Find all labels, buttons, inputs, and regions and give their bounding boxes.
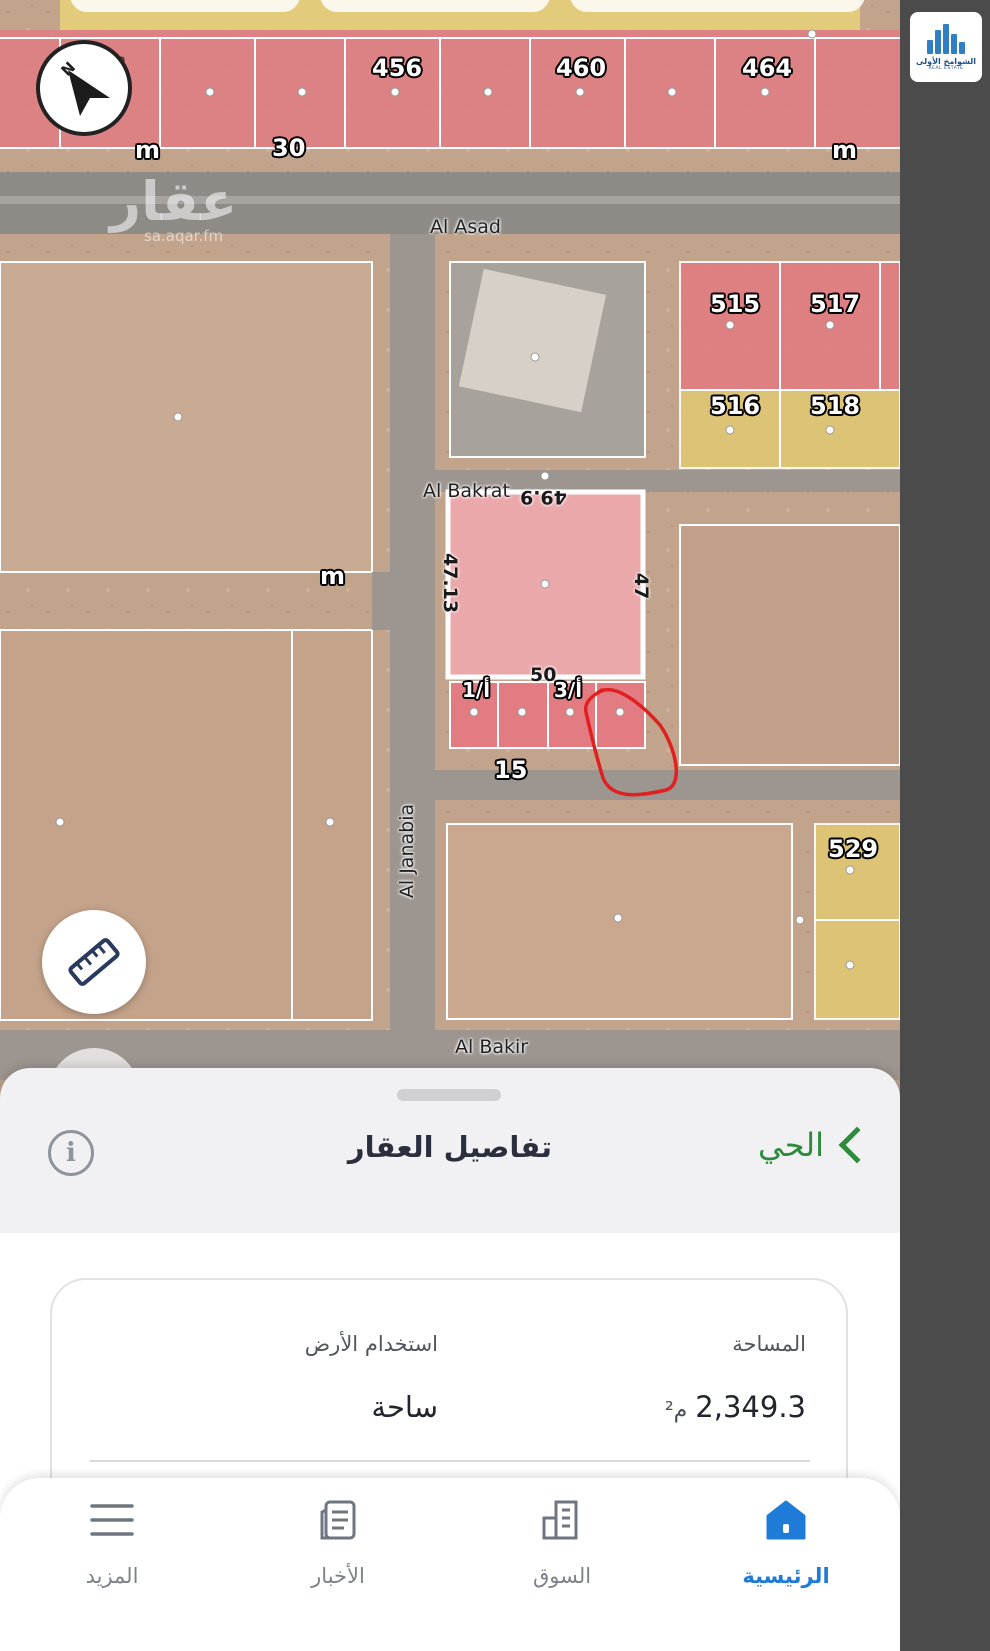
watermark-logo: عقار bbox=[110, 170, 238, 233]
street-width-label: 30 bbox=[272, 134, 306, 162]
area-number: 2,349.3 bbox=[695, 1390, 806, 1424]
side-strip bbox=[900, 0, 990, 1651]
street-name: Al Bakrat bbox=[423, 480, 510, 502]
land-use-label: استخدام الأرض bbox=[304, 1332, 438, 1356]
plot-label: 456 bbox=[372, 54, 423, 82]
bottom-nav: الرئيسية السوق الأخبار المزيد bbox=[0, 1478, 900, 1651]
chevron-right-icon bbox=[838, 1126, 876, 1164]
nav-news[interactable]: الأخبار bbox=[258, 1490, 418, 1588]
dimension-label: 50 bbox=[530, 664, 557, 686]
filter-chip[interactable] bbox=[320, 0, 550, 12]
home-icon bbox=[766, 1500, 806, 1540]
map-view[interactable]: عقار sa.aqar.fm 45 456 460 464 515 517 5… bbox=[0, 0, 900, 1080]
filter-chip[interactable] bbox=[570, 0, 865, 12]
street-width-label: 15 bbox=[494, 756, 528, 784]
area-unit: م² bbox=[664, 1398, 688, 1423]
compass-arrow-icon bbox=[68, 70, 110, 116]
filter-chip[interactable] bbox=[70, 0, 300, 12]
brand-sub: REAL ESTATE bbox=[928, 65, 964, 71]
street-name: Al Janabia bbox=[396, 803, 419, 899]
plot-label: 460 bbox=[556, 54, 607, 82]
dimension-label: 49.9 bbox=[520, 486, 567, 508]
card-divider bbox=[90, 1460, 810, 1462]
news-icon bbox=[320, 1500, 356, 1540]
street-marker: m bbox=[320, 562, 346, 590]
plot-label: 517 bbox=[810, 290, 861, 318]
nav-more-label: المزيد bbox=[85, 1564, 139, 1588]
plot-label: 515 bbox=[710, 290, 761, 318]
phone-screen: عقار sa.aqar.fm 45 456 460 464 515 517 5… bbox=[0, 0, 900, 1651]
dimension-label: 47 bbox=[630, 572, 653, 600]
menu-icon bbox=[90, 1504, 134, 1536]
plot-label: 518 bbox=[810, 392, 861, 420]
street-name: Al Bakir bbox=[455, 1036, 529, 1058]
nav-news-label: الأخبار bbox=[311, 1564, 365, 1588]
nav-market[interactable]: السوق bbox=[482, 1490, 642, 1588]
measure-button[interactable] bbox=[42, 910, 146, 1014]
sub-plot-label: 3/أ bbox=[554, 678, 583, 702]
compass-button[interactable]: N bbox=[36, 40, 132, 136]
nav-more[interactable]: المزيد bbox=[32, 1490, 192, 1588]
nav-market-label: السوق bbox=[532, 1564, 592, 1588]
sub-plot-label: 1/أ bbox=[462, 678, 491, 702]
plot-label: 529 bbox=[828, 835, 879, 863]
neighborhood-link[interactable]: الحي bbox=[758, 1126, 876, 1164]
nav-home[interactable]: الرئيسية bbox=[706, 1490, 866, 1588]
plot-label: 464 bbox=[742, 54, 793, 82]
neighborhood-link-label: الحي bbox=[758, 1126, 824, 1164]
dimension-label: 47.13 bbox=[439, 552, 462, 614]
ruler-icon bbox=[68, 938, 120, 986]
land-use-value: ساحة bbox=[371, 1390, 438, 1424]
brand-name: الشوامخ الأولى bbox=[916, 56, 976, 66]
watermark: عقار sa.aqar.fm bbox=[110, 170, 238, 246]
buildings-icon bbox=[542, 1500, 578, 1540]
street-marker: m bbox=[135, 136, 161, 164]
sheet-grabber[interactable] bbox=[397, 1089, 501, 1101]
plot-label: 516 bbox=[710, 392, 761, 420]
buildings-logo-icon bbox=[927, 23, 965, 54]
nav-home-label: الرئيسية bbox=[742, 1564, 830, 1588]
street-marker: m bbox=[832, 136, 858, 164]
sheet-header: i تفاصيل العقار الحي bbox=[0, 1120, 900, 1250]
area-value: م² 2,349.3 bbox=[665, 1390, 806, 1424]
street-name: Al Asad bbox=[430, 216, 501, 238]
area-label: المساحة bbox=[732, 1332, 806, 1356]
brand-logo: الشوامخ الأولى REAL ESTATE bbox=[910, 12, 982, 82]
